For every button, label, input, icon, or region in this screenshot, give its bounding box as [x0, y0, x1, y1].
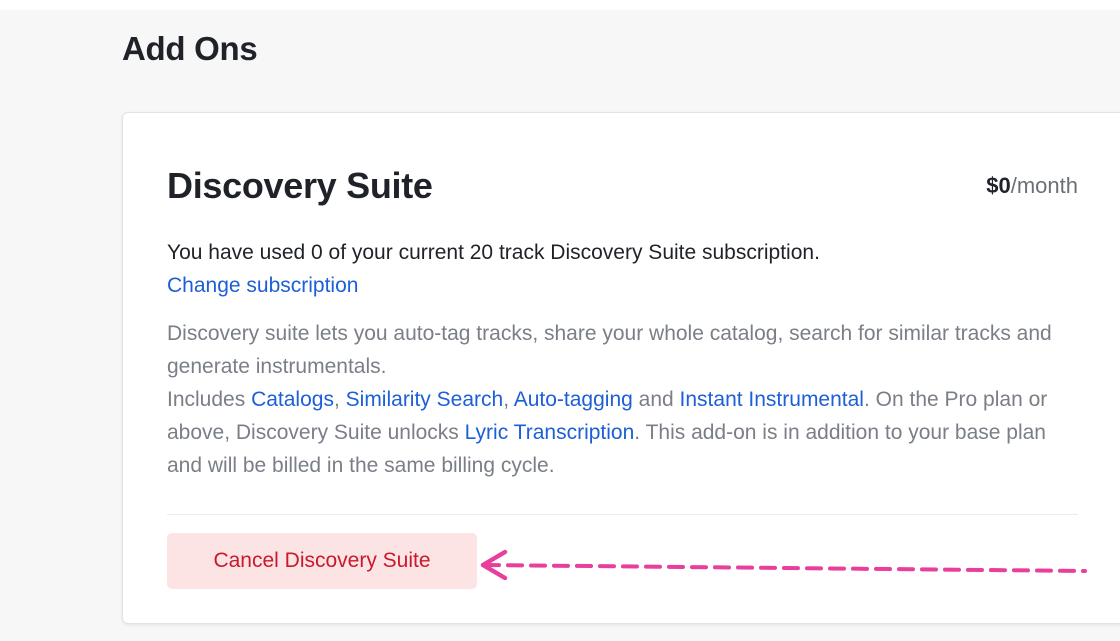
section-title: Add Ons — [122, 30, 258, 67]
card-divider — [167, 514, 1078, 515]
cancel-discovery-suite-button[interactable]: Cancel Discovery Suite — [167, 533, 477, 589]
addon-title: Discovery Suite — [167, 165, 433, 206]
annotation-arrow-icon — [480, 549, 1087, 581]
description-intro: Discovery suite lets you auto-tag tracks… — [167, 322, 1052, 378]
addon-price: $0/month — [986, 171, 1078, 201]
similarity-search-link[interactable]: Similarity Search — [346, 388, 504, 411]
comma-separator: , — [503, 388, 510, 411]
price-unit: /month — [1010, 173, 1078, 198]
auto-tagging-link[interactable]: Auto-tagging — [514, 388, 633, 411]
catalogs-link[interactable]: Catalogs — [251, 388, 334, 411]
usage-sentence: You have used 0 of your current 20 track… — [167, 241, 820, 264]
and-separator: and — [638, 388, 674, 411]
comma-separator: , — [333, 388, 340, 411]
lyric-transcription-link[interactable]: Lyric Transcription — [465, 421, 635, 444]
addon-description: Discovery suite lets you auto-tag tracks… — [167, 317, 1067, 482]
price-amount: $0 — [986, 173, 1011, 198]
usage-text: You have used 0 of your current 20 track… — [167, 236, 867, 302]
instant-instrumental-link[interactable]: Instant Instrumental — [680, 388, 864, 411]
includes-prefix: Includes — [167, 388, 246, 411]
change-subscription-link[interactable]: Change subscription — [167, 274, 358, 297]
